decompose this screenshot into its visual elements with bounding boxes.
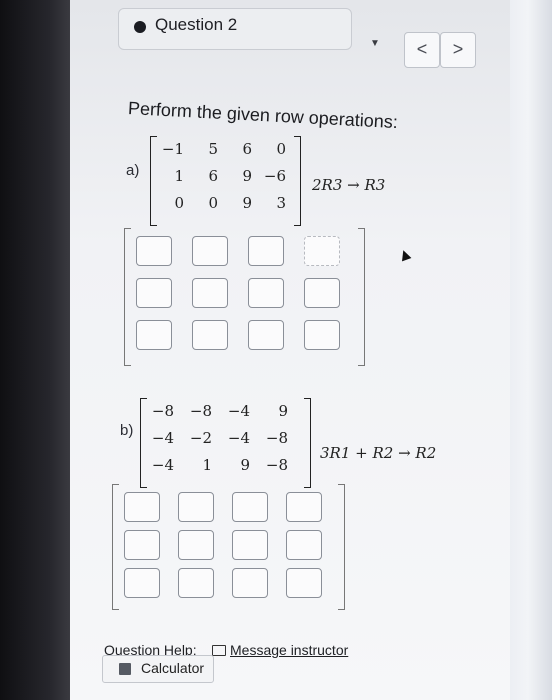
answer-a-input[interactable] bbox=[304, 320, 340, 350]
matrix-a-cell: 0 bbox=[276, 140, 286, 158]
chevron-left-icon: < bbox=[416, 39, 428, 59]
matrix-b-cell: −8 bbox=[151, 402, 174, 420]
matrix-b-cell: −4 bbox=[151, 456, 174, 474]
chevron-right-icon: > bbox=[452, 39, 464, 59]
answer-b-input[interactable] bbox=[286, 568, 322, 598]
part-b-label: b) bbox=[120, 422, 134, 439]
part-a-operation: 2R3 → R3 bbox=[312, 176, 386, 194]
caret-down-icon[interactable]: ▼ bbox=[370, 38, 380, 49]
answer-b-input[interactable] bbox=[124, 492, 160, 522]
answer-a-input[interactable] bbox=[192, 320, 228, 350]
answer-a-input[interactable] bbox=[248, 278, 284, 308]
answer-a-input[interactable] bbox=[248, 236, 284, 266]
matrix-a-cell: 1 bbox=[174, 167, 184, 185]
question-header: Question 2 ▼ < > bbox=[118, 8, 498, 68]
matrix-a-cell: 6 bbox=[242, 140, 252, 158]
next-question-button[interactable]: > bbox=[440, 32, 476, 68]
envelope-icon bbox=[212, 645, 226, 656]
matrix-a-cell: −1 bbox=[161, 140, 184, 158]
answer-b-input[interactable] bbox=[178, 568, 214, 598]
question-title: Question 2 bbox=[155, 15, 238, 34]
matrix-a-cell: 3 bbox=[276, 194, 286, 212]
answer-a-input[interactable] bbox=[136, 278, 172, 308]
answer-a-input[interactable] bbox=[136, 236, 172, 266]
mouse-cursor-icon bbox=[398, 248, 412, 262]
prev-question-button[interactable]: < bbox=[404, 32, 440, 68]
matrix-b-cell: −8 bbox=[265, 429, 288, 447]
matrix-b-cell: −4 bbox=[227, 429, 250, 447]
answer-b-input[interactable] bbox=[178, 492, 214, 522]
prompt-text: Perform the given row operations: bbox=[127, 98, 399, 133]
answer-b-input[interactable] bbox=[232, 568, 268, 598]
answer-b-input[interactable] bbox=[286, 492, 322, 522]
answer-a-input[interactable] bbox=[192, 236, 228, 266]
answer-a-input[interactable] bbox=[304, 236, 340, 266]
answer-a-left-bracket bbox=[124, 228, 131, 366]
status-dot-icon bbox=[134, 21, 146, 33]
monitor-bezel-left bbox=[0, 0, 70, 700]
part-a-matrix: −1 5 6 0 1 6 9 −6 0 0 9 3 bbox=[150, 136, 301, 226]
matrix-b-cell: 1 bbox=[202, 456, 212, 474]
question-selector[interactable]: Question 2 bbox=[118, 8, 352, 50]
answer-b-input[interactable] bbox=[178, 530, 214, 560]
matrix-b-cell: 9 bbox=[240, 456, 250, 474]
answer-a-right-bracket bbox=[358, 228, 365, 366]
answer-b-input[interactable] bbox=[232, 492, 268, 522]
answer-a-input[interactable] bbox=[248, 320, 284, 350]
matrix-b-cell: −8 bbox=[189, 402, 212, 420]
matrix-b-cell: 9 bbox=[278, 402, 288, 420]
part-b-matrix: −8 −8 −4 9 −4 −2 −4 −8 −4 1 9 −8 bbox=[140, 398, 311, 488]
screen: Question 2 ▼ < > Perform the given row o… bbox=[70, 0, 510, 700]
answer-b-input[interactable] bbox=[124, 568, 160, 598]
answer-b-input[interactable] bbox=[124, 530, 160, 560]
answer-a-input[interactable] bbox=[136, 320, 172, 350]
matrix-b-cell: −4 bbox=[227, 402, 250, 420]
matrix-b-right-bracket bbox=[304, 398, 311, 488]
matrix-a-cell: 9 bbox=[242, 167, 252, 185]
calculator-icon bbox=[119, 663, 131, 675]
matrix-b-cell: −8 bbox=[265, 456, 288, 474]
matrix-a-cell: 0 bbox=[208, 194, 218, 212]
answer-b-right-bracket bbox=[338, 484, 345, 610]
message-instructor-link[interactable]: Message instructor bbox=[230, 642, 348, 658]
part-b-operation: 3R1 + R2 → R2 bbox=[320, 444, 437, 462]
matrix-b-cell: −4 bbox=[151, 429, 174, 447]
matrix-b-cell: −2 bbox=[189, 429, 212, 447]
answer-b-input[interactable] bbox=[232, 530, 268, 560]
matrix-a-cell: 0 bbox=[174, 194, 184, 212]
matrix-a-cell: −6 bbox=[263, 167, 286, 185]
matrix-a-cell: 9 bbox=[242, 194, 252, 212]
answer-a-input[interactable] bbox=[304, 278, 340, 308]
answer-b-input[interactable] bbox=[286, 530, 322, 560]
part-a-label: a) bbox=[126, 162, 140, 179]
matrix-a-cell: 6 bbox=[208, 167, 218, 185]
calculator-button[interactable]: Calculator bbox=[102, 655, 214, 683]
matrix-a-right-bracket bbox=[294, 136, 301, 226]
answer-a-input[interactable] bbox=[192, 278, 228, 308]
calculator-label: Calculator bbox=[141, 660, 205, 676]
answer-b-left-bracket bbox=[112, 484, 119, 610]
matrix-a-cell: 5 bbox=[208, 140, 218, 158]
